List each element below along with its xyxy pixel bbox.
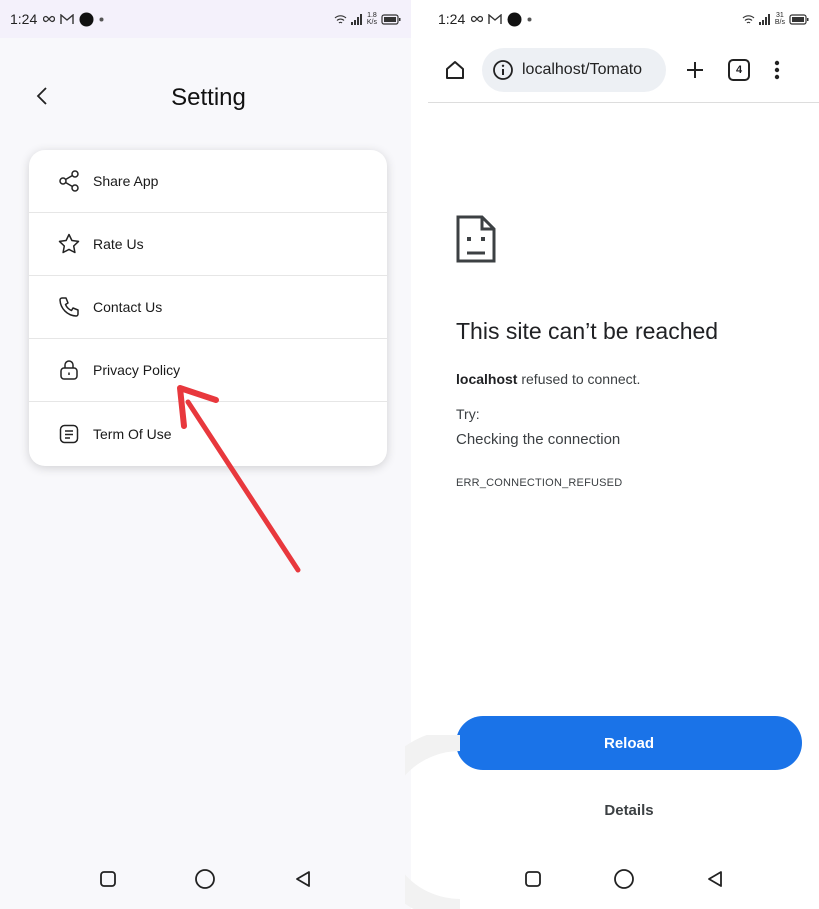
home-circle-icon[interactable] <box>194 868 216 890</box>
phone-icon <box>59 297 79 317</box>
system-nav-bar <box>0 849 411 909</box>
status-time: 1:24 <box>10 11 38 27</box>
system-nav-bar <box>428 849 819 909</box>
suggestion-item: Checking the connection <box>456 431 621 448</box>
menu-item-label: Share App <box>93 173 159 189</box>
home-button[interactable] <box>442 57 468 83</box>
details-button[interactable]: Details <box>456 798 802 822</box>
signal-icon <box>350 13 362 25</box>
new-tab-button[interactable] <box>682 57 708 83</box>
browser-screen: 1:24 31 B/s localhost/Tomato 4 This site… <box>428 0 819 909</box>
status-bar: 1:24 31 B/s <box>428 0 819 38</box>
signal-icon <box>758 13 770 25</box>
dot-icon <box>99 17 104 21</box>
network-speed: 31 B/s <box>774 12 785 26</box>
error-title: This site can’t be reached <box>456 318 719 344</box>
status-bar: 1:24 1.8 K/s <box>0 0 411 38</box>
tab-switcher-button[interactable]: 4 <box>728 59 750 81</box>
menu-item-label: Contact Us <box>93 299 163 315</box>
lock-icon <box>60 360 78 380</box>
share-icon <box>59 170 79 192</box>
red-arrow-annotation <box>177 385 301 573</box>
toolbar-divider <box>428 102 819 103</box>
document-icon <box>59 424 79 443</box>
status-time: 1:24 <box>438 11 466 27</box>
plus-icon <box>687 62 703 78</box>
error-message: localhost refused to connect. <box>456 371 641 387</box>
gmail-icon <box>60 13 74 24</box>
error-host: localhost <box>456 371 518 387</box>
reload-button[interactable]: Reload <box>456 716 802 770</box>
menu-item-share-app[interactable]: Share App <box>29 150 387 213</box>
page-title: Setting <box>171 84 246 111</box>
try-label: Try: <box>456 406 480 422</box>
battery-icon <box>789 13 809 25</box>
error-code: ERR_CONNECTION_REFUSED <box>456 477 623 489</box>
menu-item-rate-us[interactable]: Rate Us <box>29 213 387 276</box>
record-dot-icon <box>507 12 522 26</box>
battery-icon <box>381 13 401 25</box>
more-vertical-icon <box>774 60 780 80</box>
browser-toolbar: localhost/Tomato 4 <box>428 42 819 98</box>
menu-item-contact-us[interactable]: Contact Us <box>29 276 387 339</box>
star-icon <box>58 233 80 254</box>
settings-screen: 1:24 1.8 K/s Setting Share App Rate Us Co <box>0 0 411 909</box>
sad-page-icon <box>456 215 496 263</box>
home-circle-icon[interactable] <box>613 868 635 890</box>
infinity-icon <box>43 15 56 23</box>
info-icon[interactable] <box>492 59 514 81</box>
wifi-icon <box>742 14 755 23</box>
watermark-shape <box>405 735 461 909</box>
menu-item-label: Privacy Policy <box>93 362 181 378</box>
wifi-icon <box>334 14 347 23</box>
menu-item-label: Rate Us <box>93 236 144 252</box>
gmail-icon <box>488 13 502 24</box>
back-triangle-icon[interactable] <box>294 870 312 888</box>
home-icon <box>446 61 464 79</box>
url-text[interactable]: localhost/Tomato <box>522 61 642 79</box>
overflow-menu-button[interactable] <box>772 57 782 83</box>
recents-icon[interactable] <box>524 870 542 888</box>
infinity-icon <box>471 15 484 23</box>
record-dot-icon <box>79 12 94 26</box>
address-bar[interactable]: localhost/Tomato <box>482 48 666 92</box>
back-triangle-icon[interactable] <box>706 870 724 888</box>
recents-icon[interactable] <box>99 870 117 888</box>
dot-icon <box>527 17 532 21</box>
network-speed: 1.8 K/s <box>366 12 377 26</box>
menu-item-label: Term Of Use <box>93 425 172 442</box>
